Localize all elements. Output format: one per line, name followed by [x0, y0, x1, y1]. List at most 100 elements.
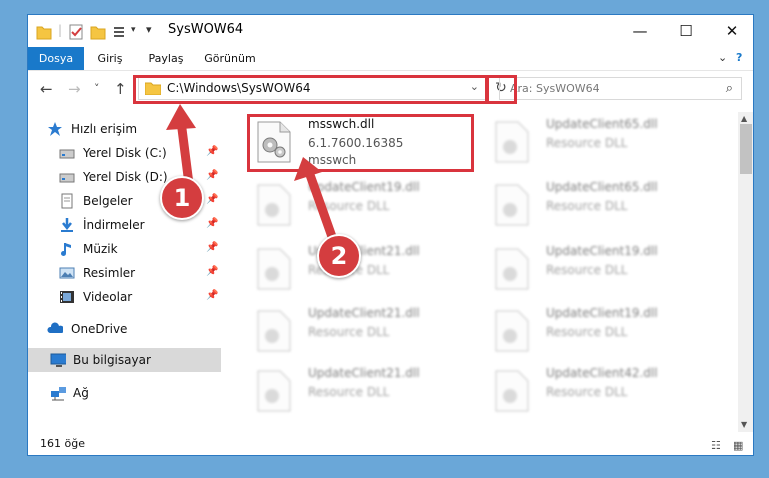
file-name: UpdateClient65.dll — [546, 117, 658, 131]
download-icon — [61, 218, 73, 232]
minimize-button[interactable]: — — [617, 15, 663, 47]
music-icon — [61, 243, 71, 256]
close-button[interactable]: ✕ — [709, 15, 753, 47]
step-2-badge: 2 — [317, 234, 361, 278]
sidebar-item-label: Bu bilgisayar — [73, 353, 151, 367]
pin-icon[interactable]: 📌 — [206, 290, 218, 301]
file-type: Resource DLL — [308, 199, 390, 213]
status-bar: 161 öğe ☷ ▦ — [28, 433, 753, 455]
file-item[interactable]: UpdateClient21.dll Resource DLL — [248, 242, 488, 302]
file-name: UpdateClient19.dll — [546, 306, 658, 320]
file-item[interactable]: UpdateClient19.dll Resource DLL — [486, 242, 726, 302]
file-item[interactable]: UpdateClient21.dll Resource DLL — [248, 364, 488, 424]
tab-dosya[interactable]: Dosya — [28, 47, 84, 70]
search-box[interactable]: Ara: SysWOW64 ⌕ — [499, 77, 742, 100]
file-name: UpdateClient42.dll — [546, 366, 658, 380]
dll-file-icon — [257, 370, 291, 412]
sidebar-item-label: Videolar — [83, 290, 133, 304]
file-type: Resource DLL — [546, 385, 628, 399]
back-button[interactable]: ← — [40, 80, 53, 98]
sidebar-item-label: Yerel Disk (C:) — [83, 146, 167, 160]
pin-icon[interactable]: 📌 — [206, 266, 218, 277]
pin-icon[interactable]: 📌 — [206, 170, 218, 181]
title-bar: | ▾ ▾ SysWOW64 — ☐ ✕ — [28, 15, 753, 47]
dll-file-icon — [495, 248, 529, 290]
documents-icon — [61, 193, 73, 209]
search-input[interactable]: Ara: SysWOW64 — [510, 82, 600, 95]
drive-icon — [59, 149, 75, 159]
quick-access-dropdown-icon[interactable]: ▾ — [131, 25, 136, 43]
file-item[interactable]: UpdateClient65.dll Resource DLL — [486, 115, 726, 175]
sidebar-item-label: Hızlı erişim — [71, 122, 138, 136]
window-title: SysWOW64 — [168, 22, 244, 37]
star-icon — [48, 122, 62, 136]
file-type: Resource DLL — [546, 136, 628, 150]
chevron-down-icon[interactable]: ⌄ — [718, 51, 727, 64]
drive-icon — [59, 173, 75, 183]
dll-file-icon — [257, 248, 291, 290]
file-name: UpdateClient19.dll — [546, 244, 658, 258]
dll-file-icon — [257, 310, 291, 352]
sidebar-item-onedrive[interactable]: OneDrive — [28, 317, 221, 341]
details-view-icon[interactable]: ☷ — [711, 439, 721, 452]
dll-file-icon — [257, 184, 291, 226]
network-icon — [51, 387, 66, 401]
pin-icon[interactable]: 📌 — [206, 194, 218, 205]
pin-icon[interactable]: 📌 — [206, 146, 218, 157]
file-name: UpdateClient21.dll — [308, 306, 420, 320]
sidebar-item-disk-c[interactable]: Yerel Disk (C:) 📌 — [28, 141, 221, 165]
sidebar-item-pictures[interactable]: Resimler 📌 — [28, 261, 221, 285]
computer-icon — [50, 353, 66, 367]
quick-access-menu-icon[interactable]: ▾ — [146, 23, 152, 41]
file-highlight — [247, 114, 474, 172]
scroll-up-icon[interactable]: ▲ — [741, 114, 747, 123]
pin-icon[interactable]: 📌 — [206, 218, 218, 229]
refresh-highlight — [485, 75, 517, 104]
recent-locations-button[interactable]: ˅ — [94, 82, 100, 95]
file-name: UpdateClient65.dll — [546, 180, 658, 194]
forward-button[interactable]: → — [68, 80, 81, 98]
dll-file-icon — [495, 184, 529, 226]
sidebar-item-quick-access[interactable]: Hızlı erişim — [28, 117, 221, 141]
new-folder-icon[interactable] — [90, 23, 106, 41]
file-item[interactable]: UpdateClient65.dll Resource DLL — [486, 178, 726, 238]
tab-gorunum[interactable]: Görünüm — [198, 47, 262, 70]
file-item[interactable]: UpdateClient19.dll Resource DLL — [486, 304, 726, 364]
sidebar-item-label: İndirmeler — [83, 218, 145, 232]
file-item[interactable]: UpdateClient19.dll Resource DLL — [248, 178, 488, 238]
sidebar-item-music[interactable]: Müzik 📌 — [28, 237, 221, 261]
maximize-button[interactable]: ☐ — [663, 15, 709, 47]
navigation-pane: Hızlı erişim Yerel Disk (C:) 📌 Yerel Dis… — [28, 112, 221, 432]
help-icon[interactable]: ? — [736, 51, 742, 64]
videos-icon — [60, 291, 74, 303]
up-button[interactable]: ↑ — [114, 80, 127, 98]
search-icon: ⌕ — [725, 81, 733, 96]
onedrive-icon — [47, 322, 63, 333]
dll-file-icon — [495, 310, 529, 352]
scroll-thumb[interactable] — [740, 124, 752, 174]
file-item[interactable]: UpdateClient42.dll Resource DLL — [486, 364, 726, 424]
file-name: UpdateClient19.dll — [308, 180, 420, 194]
customize-toolbar-icon[interactable] — [112, 23, 128, 41]
tab-paylas[interactable]: Paylaş — [140, 47, 192, 70]
sidebar-item-label: OneDrive — [71, 322, 128, 336]
vertical-scrollbar[interactable]: ▲ ▼ — [738, 112, 753, 432]
sidebar-item-network[interactable]: Ağ — [28, 381, 221, 405]
scroll-down-icon[interactable]: ▼ — [741, 420, 747, 429]
file-item[interactable]: UpdateClient21.dll Resource DLL — [248, 304, 488, 364]
file-type: Resource DLL — [308, 325, 390, 339]
file-name: UpdateClient21.dll — [308, 366, 420, 380]
properties-icon[interactable] — [68, 23, 84, 41]
tiles-view-icon[interactable]: ▦ — [733, 439, 743, 452]
separator: | — [58, 23, 63, 37]
file-type: Resource DLL — [546, 325, 628, 339]
tab-giris[interactable]: Giriş — [88, 47, 132, 70]
sidebar-item-label: Müzik — [83, 242, 118, 256]
sidebar-item-label: Yerel Disk (D:) — [83, 170, 168, 184]
ribbon-tabs: Dosya Giriş Paylaş Görünüm ⌄ ? — [28, 47, 753, 71]
pin-icon[interactable]: 📌 — [206, 242, 218, 253]
sidebar-item-this-pc[interactable]: Bu bilgisayar — [28, 348, 221, 372]
file-type: Resource DLL — [308, 385, 390, 399]
explorer-window: | ▾ ▾ SysWOW64 — ☐ ✕ Dosya Giriş Paylaş … — [27, 14, 754, 456]
sidebar-item-videos[interactable]: Videolar 📌 — [28, 285, 221, 309]
